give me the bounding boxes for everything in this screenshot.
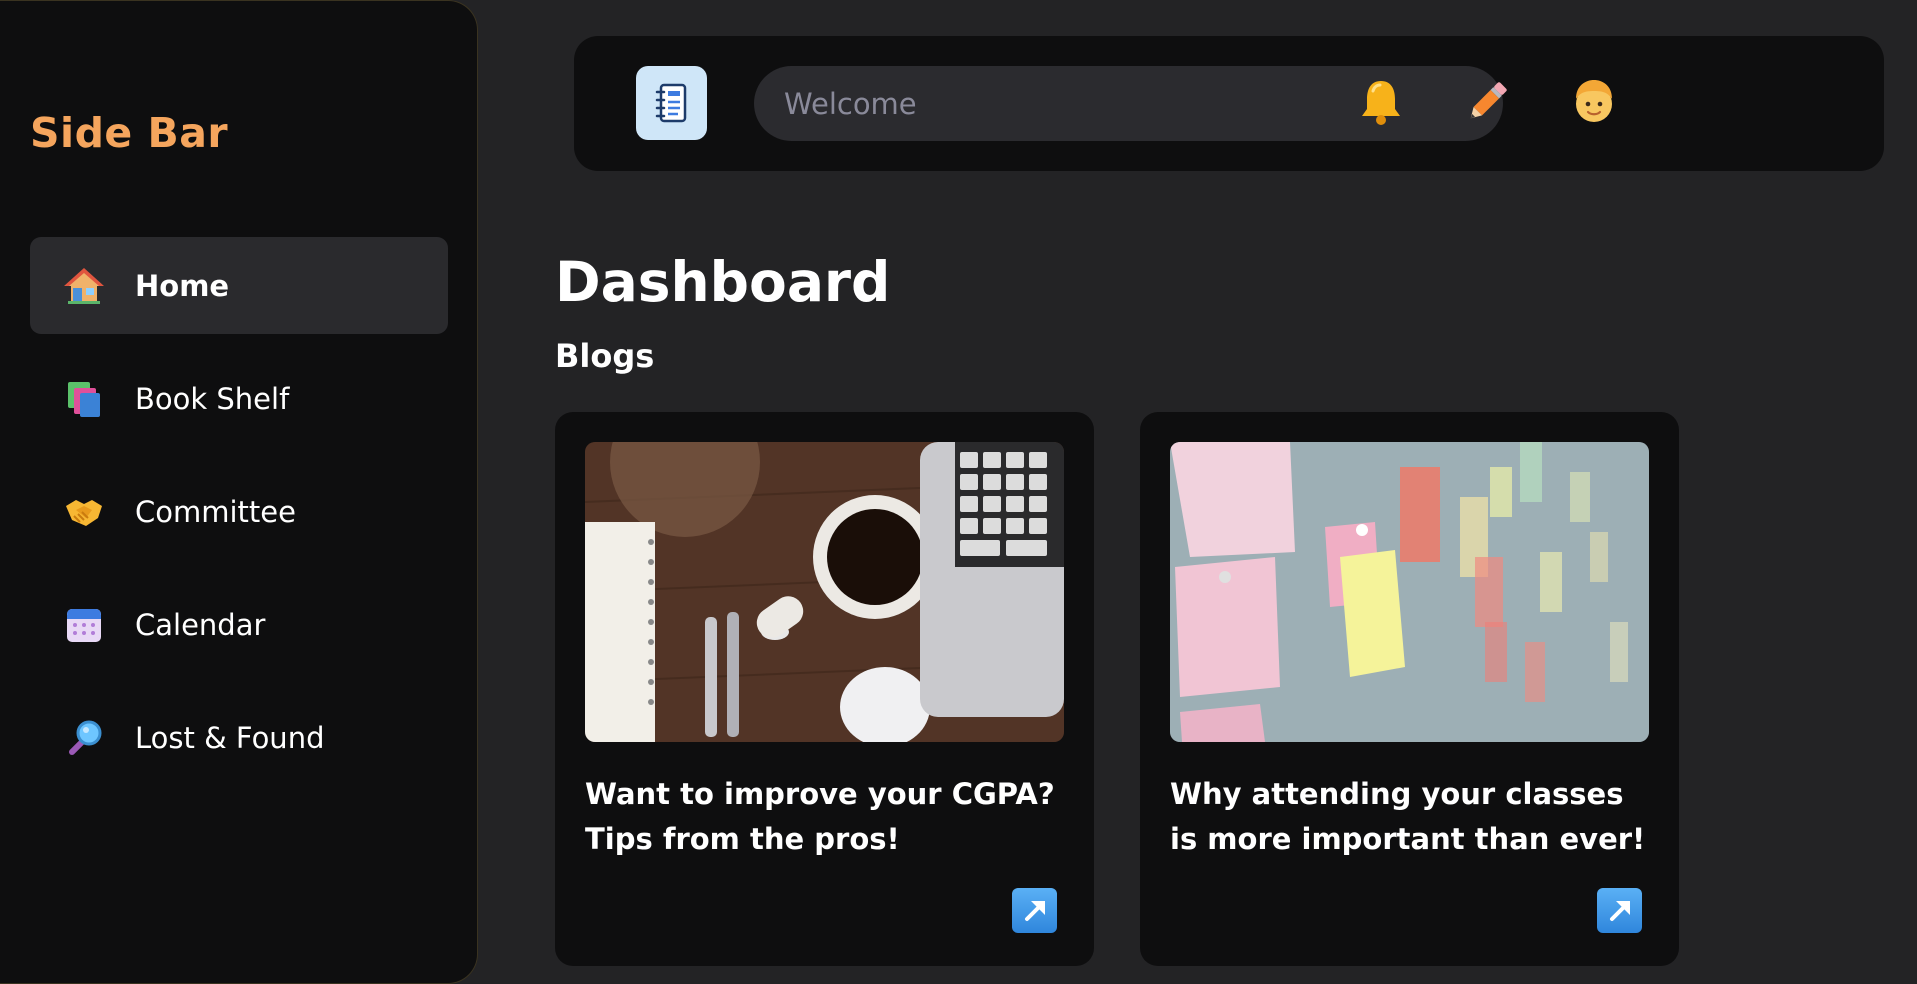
sidebar-title: Side Bar — [30, 109, 229, 157]
calendar-icon — [63, 604, 105, 646]
sidebar-item-calendar[interactable]: Calendar — [30, 576, 448, 673]
top-bar — [574, 36, 1884, 171]
magnifying-glass-icon — [63, 717, 105, 759]
notebook-logo-icon[interactable] — [636, 66, 707, 140]
pencil-icon[interactable] — [1459, 74, 1515, 130]
sidebar: Side Bar Home Book Shelf Committee Calen… — [0, 0, 478, 984]
page-title: Dashboard — [555, 250, 891, 314]
bell-icon[interactable] — [1353, 74, 1409, 130]
blog-image — [1170, 442, 1649, 742]
handshake-icon — [63, 491, 105, 533]
sidebar-item-label: Book Shelf — [135, 381, 290, 416]
house-icon — [63, 265, 105, 307]
open-link-arrow-icon[interactable] — [1012, 888, 1057, 933]
sidebar-item-book-shelf[interactable]: Book Shelf — [30, 350, 448, 447]
blog-title: Why attending your classes is more impor… — [1170, 777, 1646, 856]
sidebar-item-label: Committee — [135, 494, 296, 529]
sidebar-item-label: Lost & Found — [135, 720, 325, 755]
blog-title: Want to improve your CGPA? Tips from the… — [585, 777, 1055, 856]
sidebar-item-label: Calendar — [135, 607, 266, 642]
sidebar-item-label: Home — [135, 268, 230, 303]
blog-card[interactable]: Why attending your classes is more impor… — [1140, 412, 1679, 966]
section-title: Blogs — [555, 337, 655, 375]
sidebar-item-home[interactable]: Home — [30, 237, 448, 334]
sidebar-item-lost-found[interactable]: Lost & Found — [30, 689, 448, 786]
blog-image — [585, 442, 1064, 742]
blog-card[interactable]: Want to improve your CGPA? Tips from the… — [555, 412, 1094, 966]
avatar-icon[interactable] — [1566, 74, 1622, 130]
books-icon — [63, 378, 105, 420]
sidebar-nav: Home Book Shelf Committee Calendar Lost … — [30, 237, 448, 802]
open-link-arrow-icon[interactable] — [1597, 888, 1642, 933]
sidebar-item-committee[interactable]: Committee — [30, 463, 448, 560]
